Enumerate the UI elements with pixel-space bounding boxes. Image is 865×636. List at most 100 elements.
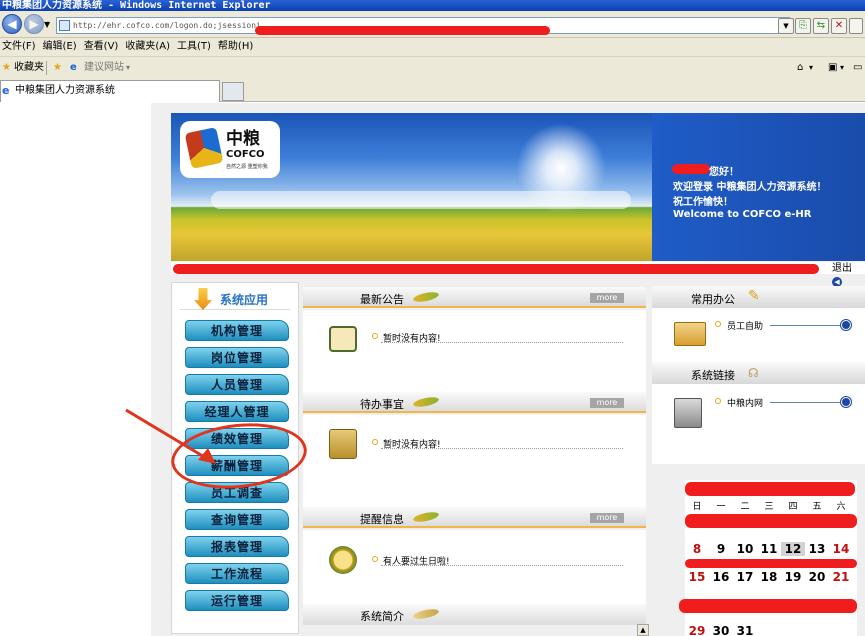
new-tab-button[interactable] [222,82,244,101]
self-service-link[interactable]: 员工自助 [727,319,763,332]
todo-more-button[interactable]: more [590,398,624,408]
forward-icon[interactable]: ▶ [24,14,44,34]
calendar-day[interactable]: 29 [685,624,709,636]
calendar-day[interactable]: 18 [757,570,781,584]
back-icon[interactable]: ◀ [2,14,22,34]
sidebar-title: 系统应用 [220,293,269,307]
suggested-sites-link[interactable]: 建议网站 [84,57,124,79]
sidebar-item-reports[interactable]: 报表管理 [185,536,289,557]
sidebar-item-org[interactable]: 机构管理 [185,320,289,341]
leaf-icon [412,395,440,409]
scroll-up-button[interactable]: ▲ [637,624,649,636]
calendar-day[interactable]: 11 [757,542,781,556]
calendar-day[interactable]: 8 [685,542,709,556]
computer-icon [674,398,702,428]
menu-edit[interactable]: 编辑(E) [41,38,82,56]
folder-icon [674,322,706,346]
weekday-label: 五 [812,502,822,512]
go-icon[interactable] [841,320,851,330]
redaction-mark [679,599,857,613]
divider [381,565,623,566]
chevron-down-icon[interactable]: ▾ [809,57,813,79]
history-dropdown-icon[interactable]: ▼ [44,20,50,29]
calendar-day[interactable]: 19 [781,570,805,584]
calendar-day[interactable]: 17 [733,570,757,584]
weekday-label: 六 [836,502,846,512]
calendar-day[interactable]: 31 [733,624,757,636]
reminder-body: 有人要过生日啦! [303,530,646,604]
divider [381,448,623,449]
announcements-body: 暂时没有内容! [303,310,646,392]
weekday-label: 一 [716,502,726,512]
todo-title: 待办事宜 [360,398,404,411]
intranet-link[interactable]: 中粮内网 [727,396,763,409]
calendar-day[interactable]: 10 [733,542,757,556]
search-box[interactable] [849,18,863,34]
logo-text-en: COFCO [226,149,265,160]
bullet-icon [372,333,378,339]
announcements-title: 最新公告 [360,293,404,306]
links-body: 中粮内网 [652,384,865,464]
links-header: 系统链接 ☊ [652,362,865,384]
logo-slogan: 自然之源 重塑你我 [226,164,268,170]
calendar-day[interactable]: 14 [829,542,853,556]
calendar-day[interactable]: 9 [709,542,733,556]
cofco-logo-icon [184,127,224,169]
divider [381,342,623,343]
menu-favorites[interactable]: 收藏夹(A) [123,38,175,56]
sidebar-item-personnel[interactable]: 人员管理 [185,374,289,395]
calendar-day[interactable]: 16 [709,570,733,584]
browser-tab[interactable]: e 中粮集团人力资源系统 [0,80,220,102]
url-dropdown-icon[interactable]: ▼ [778,18,794,34]
calendar-day-today[interactable]: 12 [781,542,805,556]
url-text: http://ehr.cofco.com/logon.do;jsessioni [73,21,261,30]
calendar: 日 一 二 三 四 五 六 8 9 10 11 12 13 14 15 16 1… [679,480,857,636]
sidebar-item-workflow[interactable]: 工作流程 [185,563,289,584]
refresh-icon[interactable]: ⇆ [813,18,829,34]
calendar-day[interactable]: 21 [829,570,853,584]
calendar-day[interactable]: 20 [805,570,829,584]
user-info-bar [171,262,865,274]
chevron-down-icon[interactable]: ▾ [126,57,130,79]
divider [770,402,840,403]
redaction-mark [672,164,710,174]
bullet-icon [372,439,378,445]
menu-tools[interactable]: 工具(T) [175,38,216,56]
compatibility-icon[interactable]: ⎘ [795,18,811,34]
add-favorite-icon[interactable]: ★ [53,57,62,79]
announcements-more-button[interactable]: more [590,293,624,303]
welcome-en-text: Welcome to COFCO e-HR [673,209,812,220]
stop-icon[interactable]: ✕ [831,18,847,34]
logo-text-cn: 中粮 [226,129,260,149]
favorites-button[interactable]: 收藏夹 [14,57,44,79]
calendar-day[interactable]: 13 [805,542,829,556]
sidebar-item-position[interactable]: 岗位管理 [185,347,289,368]
calendar-day[interactable]: 15 [685,570,709,584]
menu-view[interactable]: 查看(V) [82,38,124,56]
menu-file[interactable]: 文件(F) [0,38,41,56]
intro-title: 系统简介 [360,610,404,623]
leaf-icon [412,510,440,524]
reminder-title: 提醒信息 [360,513,404,526]
chevron-down-icon[interactable]: ▾ [840,57,844,79]
intro-header: 系统简介 [303,604,646,625]
reminder-header: 提醒信息 more [303,507,646,528]
tab-bar: e 中粮集团人力资源系统 [0,78,865,102]
sidebar-item-operations[interactable]: 运行管理 [185,590,289,611]
calendar-day[interactable]: 30 [709,624,733,636]
divider [770,325,840,326]
go-icon[interactable] [841,397,851,407]
sidebar-item-query[interactable]: 查询管理 [185,509,289,530]
home-icon[interactable]: ⌂ [797,57,803,79]
reminder-more-button[interactable]: more [590,513,624,523]
office-body: 员工自助 [652,308,865,362]
link-icon: ☊ [748,366,759,380]
print-icon[interactable]: ▭ [853,57,862,79]
weekday-label: 日 [692,502,702,512]
wish-text: 祝工作愉快！ [673,197,733,208]
redaction-mark [173,264,819,274]
pen-icon: ✎ [748,288,760,304]
greeting-text: 您好！ [709,167,739,178]
menu-help[interactable]: 帮助(H) [216,38,258,56]
feeds-icon[interactable]: ▣ [828,57,837,79]
